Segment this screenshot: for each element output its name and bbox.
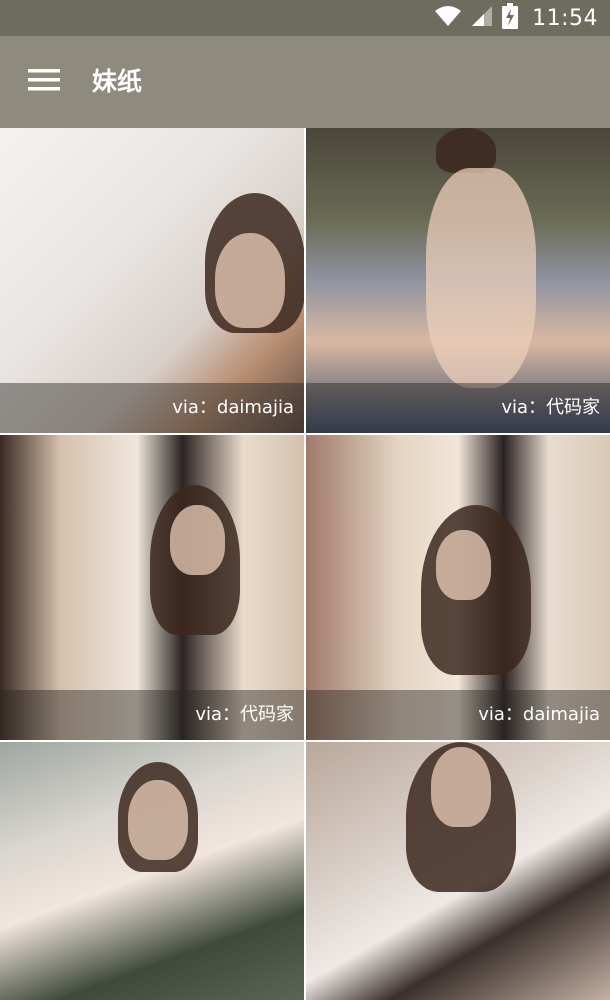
menu-button[interactable] — [18, 58, 70, 106]
photo-subject-face — [215, 233, 285, 328]
photo-image — [306, 742, 610, 1000]
photo-subject-face — [170, 505, 225, 575]
photo-caption: via：代码家 — [0, 690, 304, 740]
photo-tile[interactable] — [0, 742, 304, 1000]
page-title: 妹纸 — [92, 67, 143, 96]
photo-tile[interactable]: via：daimajia — [306, 435, 610, 740]
status-icons: 11:54 — [434, 0, 598, 36]
photo-tile[interactable] — [306, 742, 610, 1000]
toolbar: 妹纸 — [0, 36, 610, 128]
photo-caption: via：daimajia — [0, 383, 304, 433]
photo-caption: via：代码家 — [306, 383, 610, 433]
status-time: 11:54 — [532, 5, 598, 31]
hamburger-menu-icon — [28, 69, 60, 95]
wifi-icon — [434, 4, 462, 32]
photo-subject-body — [426, 168, 536, 388]
photo-subject-face — [128, 780, 188, 860]
battery-charging-icon — [502, 3, 519, 33]
status-bar: 11:54 — [0, 0, 610, 36]
photo-tile[interactable]: via：代码家 — [0, 435, 304, 740]
photo-grid: via：daimajia via：代码家 via：代码家 via：daimaji… — [0, 128, 610, 1000]
photo-subject — [436, 128, 496, 173]
photo-caption: via：daimajia — [306, 690, 610, 740]
signal-icon — [470, 4, 494, 32]
photo-image — [0, 742, 304, 1000]
photo-tile[interactable]: via：daimajia — [0, 128, 304, 433]
photo-tile[interactable]: via：代码家 — [306, 128, 610, 433]
photo-subject-face — [431, 747, 491, 827]
photo-subject-face — [436, 530, 491, 600]
